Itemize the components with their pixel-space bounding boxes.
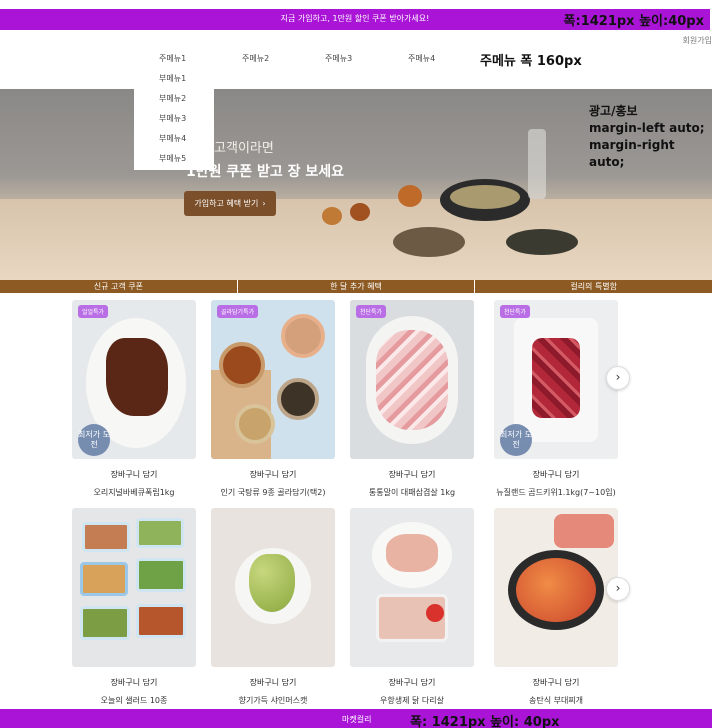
chevron-right-icon: › xyxy=(615,581,621,595)
footer-brand[interactable]: 마켓컬리 xyxy=(342,714,371,725)
product-image[interactable] xyxy=(211,508,335,667)
sale-badge: 천단특가 xyxy=(500,305,531,318)
nav-item-1[interactable]: 주메뉴1 xyxy=(159,53,186,64)
product-name[interactable]: 오늘의 샐러드 10종 xyxy=(72,695,196,706)
fish-plate-illustration xyxy=(393,227,465,257)
add-to-cart-button[interactable]: 장바구니 담기 xyxy=(350,469,474,480)
benefit-tabs: 신규 고객 쿠폰 한 달 추가 혜택 컬리의 특별함 xyxy=(0,280,712,293)
product-name[interactable]: 송탄식 부대찌개 xyxy=(494,695,618,706)
salad-box-shape xyxy=(80,606,130,640)
signup-link[interactable]: 회원가입 xyxy=(683,35,712,46)
product-name[interactable]: 향기가득 샤인머스캣 xyxy=(211,695,335,706)
product-name[interactable]: 우항생제 닭 다리살 xyxy=(350,695,474,706)
product-image[interactable]: 골라담기특가 xyxy=(211,300,335,459)
next-products-button[interactable]: › xyxy=(606,366,630,390)
product-image[interactable] xyxy=(350,508,474,667)
chevron-right-icon: › xyxy=(262,199,266,208)
product-image[interactable]: 천단특가 최저가 도전 xyxy=(494,300,618,459)
sale-badge: 천단특가 xyxy=(356,305,387,318)
ad-note-line: margin-left auto; xyxy=(589,121,705,135)
submenu-item-3[interactable]: 부메뉴3 xyxy=(159,113,186,124)
fruit-illustration xyxy=(350,203,370,221)
label-sticker-shape xyxy=(426,604,444,622)
lowest-price-badge: 최저가 도전 xyxy=(500,424,532,456)
tab-new-customer-coupon[interactable]: 신규 고객 쿠폰 xyxy=(0,280,238,293)
product-card[interactable]: 골라담기특가 장바구니 담기 인기 국탕류 9종 골라담기(택2) xyxy=(211,300,335,498)
bowl-shape xyxy=(281,314,325,358)
ad-layout-note: 광고/홍보 margin-left auto; margin-right aut… xyxy=(589,103,712,171)
product-name[interactable]: 통통말이 대패삼겹살 1kg xyxy=(350,487,474,498)
cta-label: 가입하고 혜택 받기 xyxy=(194,199,259,208)
top-promo-banner[interactable]: 지금 가입하고, 1만원 할인 쿠폰 받아가세요! 폭:1421px 높이:40… xyxy=(0,9,710,30)
tab-monthly-benefit[interactable]: 한 달 추가 혜택 xyxy=(238,280,476,293)
add-to-cart-button[interactable]: 장바구니 담기 xyxy=(72,469,196,480)
add-to-cart-button[interactable]: 장바구니 담기 xyxy=(350,677,474,688)
beef-cubes-shape xyxy=(532,338,580,418)
bowl-shape xyxy=(277,378,319,420)
bowl-shape xyxy=(235,404,275,444)
chicken-shape xyxy=(386,534,438,572)
nav-item-4[interactable]: 주메뉴4 xyxy=(408,53,435,64)
product-card[interactable]: 천단특가 최저가 도전 장바구니 담기 뉴질랜드 곰드키위1.1kg(7~10입… xyxy=(494,300,618,498)
salad-box-shape xyxy=(80,562,128,596)
product-card[interactable]: 장바구니 담기 오늘의 샐러드 10종 xyxy=(72,508,196,706)
vase-illustration xyxy=(528,129,546,199)
banner-size-note: 폭:1421px 높이:40px xyxy=(563,14,704,29)
add-to-cart-button[interactable]: 장바구니 담기 xyxy=(72,677,196,688)
add-to-cart-button[interactable]: 장바구니 담기 xyxy=(211,469,335,480)
salad-box-shape xyxy=(136,604,186,638)
salad-box-shape xyxy=(136,558,186,592)
product-card[interactable]: 얼얼특가 최저가 도전 장바구니 담기 오리지널바베큐폭립1kg xyxy=(72,300,196,498)
tab-kurly-special[interactable]: 컬리의 특별함 xyxy=(475,280,712,293)
product-card[interactable]: 천단특가 장바구니 담기 통통말이 대패삼겹살 1kg xyxy=(350,300,474,498)
grapes-shape xyxy=(249,554,295,612)
bowl-shape xyxy=(219,342,265,388)
product-image[interactable]: 얼얼특가 최저가 도전 xyxy=(72,300,196,459)
chevron-right-icon: › xyxy=(615,370,621,384)
product-card[interactable]: 장바구니 담기 향기가득 샤인머스캣 xyxy=(211,508,335,706)
product-card[interactable]: 장바구니 담기 우항생제 닭 다리살 xyxy=(350,508,474,706)
submenu-item-4[interactable]: 부메뉴4 xyxy=(159,133,186,144)
add-to-cart-button[interactable]: 장바구니 담기 xyxy=(494,469,618,480)
ingredients-shape xyxy=(554,514,614,548)
salad-box-shape xyxy=(136,518,184,548)
submenu-dropdown: 부메뉴1 부메뉴2 부메뉴3 부메뉴4 부메뉴5 xyxy=(134,67,214,170)
rice-illustration xyxy=(450,185,520,209)
nav-item-3[interactable]: 주메뉴3 xyxy=(325,53,352,64)
product-name[interactable]: 오리지널바베큐폭립1kg xyxy=(72,487,196,498)
fruit-illustration xyxy=(322,207,342,225)
add-to-cart-button[interactable]: 장바구니 담기 xyxy=(211,677,335,688)
submenu-item-2[interactable]: 부메뉴2 xyxy=(159,93,186,104)
product-name[interactable]: 뉴질랜드 곰드키위1.1kg(7~10입) xyxy=(494,487,618,498)
sale-badge: 얼얼특가 xyxy=(78,305,109,318)
ad-note-line: margin-right auto; xyxy=(589,138,675,169)
nav-width-note: 주메뉴 폭 160px xyxy=(480,54,582,69)
hero-banner[interactable]: 신규 고객이라면 1만원 쿠폰 받고 장 보세요 가입하고 혜택 받기 › 광고… xyxy=(0,89,712,280)
product-image[interactable] xyxy=(494,508,618,667)
nav-item-2[interactable]: 주메뉴2 xyxy=(242,53,269,64)
submenu-item-5[interactable]: 부메뉴5 xyxy=(159,153,186,164)
ribs-shape xyxy=(106,338,168,416)
add-to-cart-button[interactable]: 장바구니 담기 xyxy=(494,677,618,688)
product-name[interactable]: 인기 국탕류 9종 골라담기(택2) xyxy=(211,487,335,498)
lowest-price-badge: 최저가 도전 xyxy=(78,424,110,456)
stew-shape xyxy=(516,558,596,622)
product-card[interactable]: 장바구니 담기 송탄식 부대찌개 xyxy=(494,508,618,706)
next-products-button[interactable]: › xyxy=(606,577,630,601)
footer-size-note: 폭: 1421px 높이: 40px xyxy=(410,715,560,728)
submenu-item-1[interactable]: 부메뉴1 xyxy=(159,73,186,84)
sale-badge: 골라담기특가 xyxy=(217,305,259,318)
product-image[interactable]: 천단특가 xyxy=(350,300,474,459)
salad-box-shape xyxy=(82,522,130,552)
pork-belly-shape xyxy=(376,330,448,430)
side-dish-illustration xyxy=(506,229,578,255)
ad-note-line: 광고/홍보 xyxy=(589,104,638,118)
product-image[interactable] xyxy=(72,508,196,667)
signup-benefit-button[interactable]: 가입하고 혜택 받기 › xyxy=(184,191,276,216)
footer-bar: 마켓컬리 폭: 1421px 높이: 40px xyxy=(0,709,712,728)
persimmon-illustration xyxy=(398,185,422,207)
